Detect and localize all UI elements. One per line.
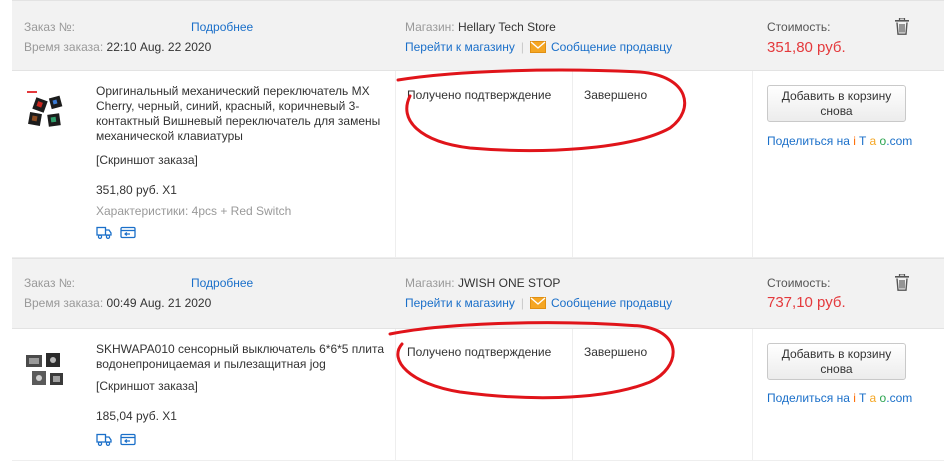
- order-snapshot-link[interactable]: [Скриншот заказа]: [96, 379, 198, 393]
- order-item: Оригинальный механический переключатель …: [12, 71, 944, 258]
- product-thumbnail[interactable]: [24, 89, 68, 133]
- store-name: Hellary Tech Store: [457, 20, 556, 34]
- order-card: Заказ №: Подробнее Время заказа: 22:10 A…: [12, 0, 944, 258]
- delivery-truck-icon[interactable]: [96, 226, 112, 239]
- return-card-icon[interactable]: [120, 226, 136, 239]
- store-actions: Перейти к магазину | Сообщение продавцу: [405, 296, 672, 310]
- order-cost: 737,10 руб.: [767, 294, 846, 311]
- order-time-value: 22:10 Aug. 22 2020: [106, 40, 212, 54]
- message-seller-label: Сообщение продавцу: [551, 40, 673, 54]
- status-confirmed: Получено подтверждение: [407, 88, 552, 102]
- store-label: Магазин:: [405, 20, 455, 34]
- store-info: Магазин: Hellary Tech Store: [405, 20, 556, 34]
- share-prefix: Поделиться на: [767, 391, 850, 405]
- trash-icon[interactable]: [895, 274, 909, 291]
- share-on-taobao-link[interactable]: Поделиться на i T a o.com: [767, 134, 912, 148]
- order-details-link[interactable]: Подробнее: [191, 20, 253, 34]
- store-actions: Перейти к магазину | Сообщение продавцу: [405, 40, 672, 54]
- mail-icon: [530, 297, 546, 309]
- order-time-label: Время заказа:: [24, 296, 104, 310]
- itao-logo: i T a o.com: [853, 134, 913, 148]
- message-seller-label: Сообщение продавцу: [551, 296, 673, 310]
- mail-icon: [530, 41, 546, 53]
- order-snapshot-link[interactable]: [Скриншот заказа]: [96, 153, 198, 167]
- order-header: Заказ №: Подробнее Время заказа: 00:49 A…: [12, 258, 944, 329]
- store-label: Магазин:: [405, 276, 455, 290]
- item-icons: [96, 433, 136, 446]
- order-time: Время заказа: 22:10 Aug. 22 2020: [24, 40, 211, 54]
- order-item: SKHWAPA010 сенсорный выключатель 6*6*5 п…: [12, 329, 944, 461]
- product-thumbnail[interactable]: [24, 349, 68, 393]
- store-name: JWISH ONE STOP: [457, 276, 561, 290]
- link-separator: |: [520, 40, 524, 54]
- status-completed: Завершено: [584, 88, 648, 102]
- return-card-icon[interactable]: [120, 433, 136, 446]
- order-time-value: 00:49 Aug. 21 2020: [106, 296, 212, 310]
- order-header: Заказ №: Подробнее Время заказа: 22:10 A…: [12, 0, 944, 71]
- delivery-truck-icon[interactable]: [96, 433, 112, 446]
- order-card: Заказ №: Подробнее Время заказа: 00:49 A…: [12, 258, 944, 461]
- order-number-label: Заказ №:: [24, 20, 76, 34]
- order-number-label: Заказ №:: [24, 276, 76, 290]
- product-price-qty: 351,80 руб. X1: [96, 183, 177, 197]
- column-divider: [572, 71, 573, 257]
- product-price-qty: 185,04 руб. X1: [96, 409, 177, 423]
- cost-label: Стоимость:: [767, 276, 831, 290]
- order-time: Время заказа: 00:49 Aug. 21 2020: [24, 296, 211, 310]
- link-separator: |: [520, 296, 524, 310]
- product-title[interactable]: SKHWAPA010 сенсорный выключатель 6*6*5 п…: [96, 342, 386, 372]
- status-confirmed: Получено подтверждение: [407, 345, 552, 359]
- product-specs: Характеристики: 4pcs + Red Switch: [96, 204, 292, 218]
- store-info: Магазин: JWISH ONE STOP: [405, 276, 560, 290]
- goto-store-link[interactable]: Перейти к магазину: [405, 40, 515, 54]
- column-divider: [752, 71, 753, 257]
- column-divider: [395, 329, 396, 460]
- column-divider: [752, 329, 753, 460]
- column-divider: [572, 329, 573, 460]
- goto-store-link[interactable]: Перейти к магазину: [405, 296, 515, 310]
- message-seller-link[interactable]: Сообщение продавцу: [530, 40, 672, 54]
- order-details-link[interactable]: Подробнее: [191, 276, 253, 290]
- trash-icon[interactable]: [895, 18, 909, 35]
- itao-logo: i T a o.com: [853, 391, 913, 405]
- share-on-taobao-link[interactable]: Поделиться на i T a o.com: [767, 391, 912, 405]
- message-seller-link[interactable]: Сообщение продавцу: [530, 296, 672, 310]
- order-cost: 351,80 руб.: [767, 39, 846, 56]
- share-prefix: Поделиться на: [767, 134, 850, 148]
- cost-label: Стоимость:: [767, 20, 831, 34]
- add-to-cart-again-button[interactable]: Добавить в корзину снова: [767, 85, 906, 122]
- status-completed: Завершено: [584, 345, 648, 359]
- product-title[interactable]: Оригинальный механический переключатель …: [96, 84, 386, 144]
- order-time-label: Время заказа:: [24, 40, 104, 54]
- column-divider: [395, 71, 396, 257]
- item-icons: [96, 226, 136, 239]
- add-to-cart-again-button[interactable]: Добавить в корзину снова: [767, 343, 906, 380]
